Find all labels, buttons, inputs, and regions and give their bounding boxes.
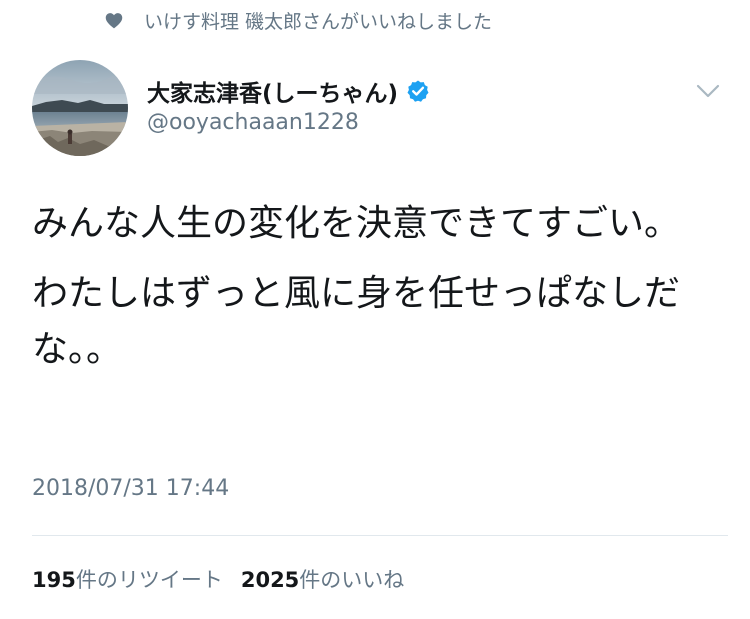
social-context[interactable]: いけす料理 磯太郎さんがいいねしました [104,6,492,34]
tweet-text-line: みんな人生の変化を決意できてすごい。 [32,203,681,244]
avatar[interactable] [32,60,128,156]
retweets-count: 195 [32,568,76,592]
heart-icon [102,6,126,34]
likes-label: 件のいいね [299,568,405,592]
likes-stat[interactable]: 2025件のいいね [241,564,404,594]
retweets-stat[interactable]: 195件のリツイート [32,564,223,594]
tweet-timestamp[interactable]: 2018/07/31 17:44 [32,476,229,501]
likes-count: 2025 [240,568,300,592]
tweet-text-line: わたしはずっと風に身を任せっぱなしだな。。 [32,273,681,370]
chevron-down-icon[interactable] [694,80,722,102]
author-display-name[interactable]: 大家志津香(しーちゃん) [147,74,430,108]
retweets-label: 件のリツイート [75,568,223,592]
author-handle[interactable]: @ooyachaaan1228 [147,110,359,135]
author-name-text: 大家志津香(しーちゃん) [147,81,399,107]
divider [32,535,728,536]
social-context-text: いけす料理 磯太郎さんがいいねしました [144,10,493,33]
tweet-stats: 195件のリツイート 2025件のいいね [32,564,404,594]
tweet-text: みんな人生の変化を決意できてすごい。 わたしはずっと風に身を任せっぱなしだな。。 [32,196,722,392]
verified-badge-icon [406,79,430,103]
